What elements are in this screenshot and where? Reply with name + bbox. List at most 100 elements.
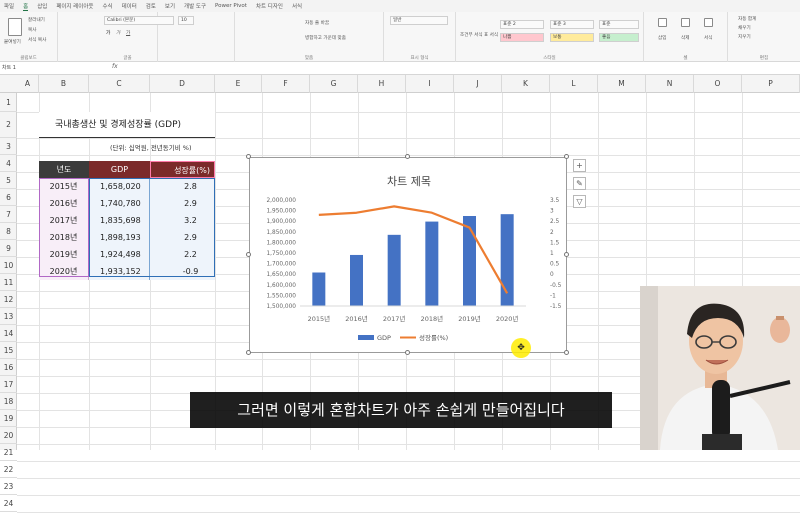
row-header[interactable]: 6 xyxy=(0,189,17,206)
format-cells-icon[interactable] xyxy=(704,18,713,27)
wrap-text-button[interactable]: 자동 줄 바꿈 xyxy=(305,20,329,26)
column-header[interactable]: I xyxy=(406,75,454,93)
formula-input[interactable] xyxy=(120,64,796,73)
ribbon-tab[interactable]: 홈 xyxy=(23,2,29,11)
row-header[interactable]: 23 xyxy=(0,478,17,495)
column-header[interactable]: P xyxy=(742,75,800,93)
format-painter-button[interactable]: 서식 복사 xyxy=(28,37,46,43)
merge-center-button[interactable]: 병합하고 가운데 맞춤 xyxy=(305,35,346,41)
ribbon-tab[interactable]: 파일 xyxy=(4,2,14,10)
row-header[interactable]: 9 xyxy=(0,240,17,257)
italic-button[interactable]: 가 xyxy=(116,30,120,36)
row-header[interactable]: 8 xyxy=(0,223,17,240)
ribbon-tab[interactable]: 차트 디자인 xyxy=(256,2,283,10)
column-header[interactable]: E xyxy=(215,75,262,93)
chart-styles-icon[interactable]: ✎ xyxy=(573,177,586,190)
row-header[interactable]: 14 xyxy=(0,325,17,342)
fill-button[interactable]: 채우기 xyxy=(738,25,751,31)
resize-handle-bl[interactable] xyxy=(246,350,251,355)
row-header[interactable]: 2 xyxy=(0,112,17,138)
font-name-select[interactable]: Calibri (본문) xyxy=(104,16,174,25)
underline-button[interactable]: 가 xyxy=(126,30,130,36)
row-header[interactable]: 18 xyxy=(0,393,17,410)
resize-handle-br[interactable] xyxy=(564,350,569,355)
row-header[interactable]: 17 xyxy=(0,376,17,393)
resize-handle-mr[interactable] xyxy=(564,252,569,257)
style-normal-3[interactable]: 표준 3 xyxy=(550,20,594,29)
row-header[interactable]: 19 xyxy=(0,410,17,427)
row-header[interactable]: 5 xyxy=(0,172,17,189)
ribbon-tab[interactable]: 수식 xyxy=(102,2,112,10)
resize-handle-ml[interactable] xyxy=(246,252,251,257)
font-size-select[interactable]: 10 xyxy=(178,16,194,25)
combo-chart[interactable]: 차트 제목 1,500,000 1,550,000 1,600,000 1,650,00… xyxy=(249,157,567,353)
style-good[interactable]: 보통 xyxy=(550,33,594,42)
row-header[interactable]: 1 xyxy=(0,93,17,112)
column-header[interactable]: A xyxy=(17,75,39,93)
ribbon-tab[interactable]: 데이터 xyxy=(122,2,137,10)
column-header[interactable]: N xyxy=(646,75,694,93)
ribbon-tab[interactable]: 서식 xyxy=(292,2,302,10)
style-neutral[interactable]: 좋음 xyxy=(599,33,639,42)
header-year[interactable]: 년도 xyxy=(39,161,89,178)
ribbon-tab[interactable]: 보기 xyxy=(165,2,175,10)
column-header[interactable]: M xyxy=(598,75,646,93)
ribbon-tab[interactable]: 페이지 레이아웃 xyxy=(56,2,93,10)
row-header[interactable]: 4 xyxy=(0,155,17,172)
style-normal-2[interactable]: 표준 2 xyxy=(500,20,544,29)
chart-filter-icon[interactable]: ▽ xyxy=(573,195,586,208)
row-header[interactable]: 16 xyxy=(0,359,17,376)
column-header[interactable]: K xyxy=(502,75,550,93)
row-header[interactable]: 22 xyxy=(0,461,17,478)
conditional-format-button[interactable]: 조건부 서식 xyxy=(460,32,483,38)
sheet-title[interactable]: 국내총생산 및 경제성장률 (GDP) xyxy=(39,112,215,138)
column-header[interactable]: B xyxy=(39,75,89,93)
ribbon-tab[interactable]: 검토 xyxy=(146,2,156,10)
delete-cells-icon[interactable] xyxy=(681,18,690,27)
column-header[interactable]: G xyxy=(310,75,358,93)
ribbon-tab[interactable]: Power Pivot xyxy=(215,3,247,9)
style-normal[interactable]: 표준 xyxy=(599,20,639,29)
resize-handle-bm[interactable] xyxy=(405,350,410,355)
column-header[interactable]: C xyxy=(89,75,150,93)
row-header[interactable]: 21 xyxy=(0,444,17,461)
row-header[interactable]: 24 xyxy=(0,495,17,512)
row-header[interactable]: 15 xyxy=(0,342,17,359)
unit-note[interactable]: (단위: 십억원, 전년동기비 %) xyxy=(110,142,192,152)
table-format-button[interactable]: 표 서식 xyxy=(484,32,498,38)
number-format-select[interactable]: 일반 xyxy=(390,16,448,25)
column-header[interactable]: L xyxy=(550,75,598,93)
fx-icon[interactable]: fx xyxy=(112,63,118,70)
copy-button[interactable]: 복사 xyxy=(28,27,36,33)
row-header[interactable]: 7 xyxy=(0,206,17,223)
column-header[interactable]: D xyxy=(150,75,215,93)
autosum-button[interactable]: 자동 합계 xyxy=(738,16,756,22)
ribbon-tab[interactable]: 개발 도구 xyxy=(184,2,206,10)
row-header[interactable]: 12 xyxy=(0,291,17,308)
resize-handle-tm[interactable] xyxy=(405,154,410,159)
column-header[interactable]: H xyxy=(358,75,406,93)
delete-cells-button[interactable]: 삭제 xyxy=(681,35,689,41)
insert-cells-button[interactable]: 삽입 xyxy=(658,35,666,41)
header-growth[interactable]: 성장률(%) xyxy=(150,161,215,178)
cut-button[interactable]: 잘라내기 xyxy=(28,17,45,23)
column-header[interactable]: J xyxy=(454,75,502,93)
resize-handle-tr[interactable] xyxy=(564,154,569,159)
column-header[interactable]: F xyxy=(262,75,310,93)
paste-icon[interactable] xyxy=(8,18,22,36)
clear-button[interactable]: 지우기 xyxy=(738,34,751,40)
column-header[interactable]: O xyxy=(694,75,742,93)
chart-elements-icon[interactable]: + xyxy=(573,159,586,172)
row-header[interactable]: 10 xyxy=(0,257,17,274)
header-gdp[interactable]: GDP xyxy=(89,161,150,178)
style-bad[interactable]: 나쁨 xyxy=(500,33,544,42)
paste-button[interactable]: 붙여넣기 xyxy=(4,39,21,45)
row-header[interactable]: 13 xyxy=(0,308,17,325)
row-header[interactable]: 20 xyxy=(0,427,17,444)
format-cells-button[interactable]: 서식 xyxy=(704,35,712,41)
resize-handle-tl[interactable] xyxy=(246,154,251,159)
bold-button[interactable]: 가 xyxy=(106,30,110,36)
row-header[interactable]: 3 xyxy=(0,138,17,155)
ribbon-tab[interactable]: 삽입 xyxy=(37,2,47,10)
insert-cells-icon[interactable] xyxy=(658,18,667,27)
